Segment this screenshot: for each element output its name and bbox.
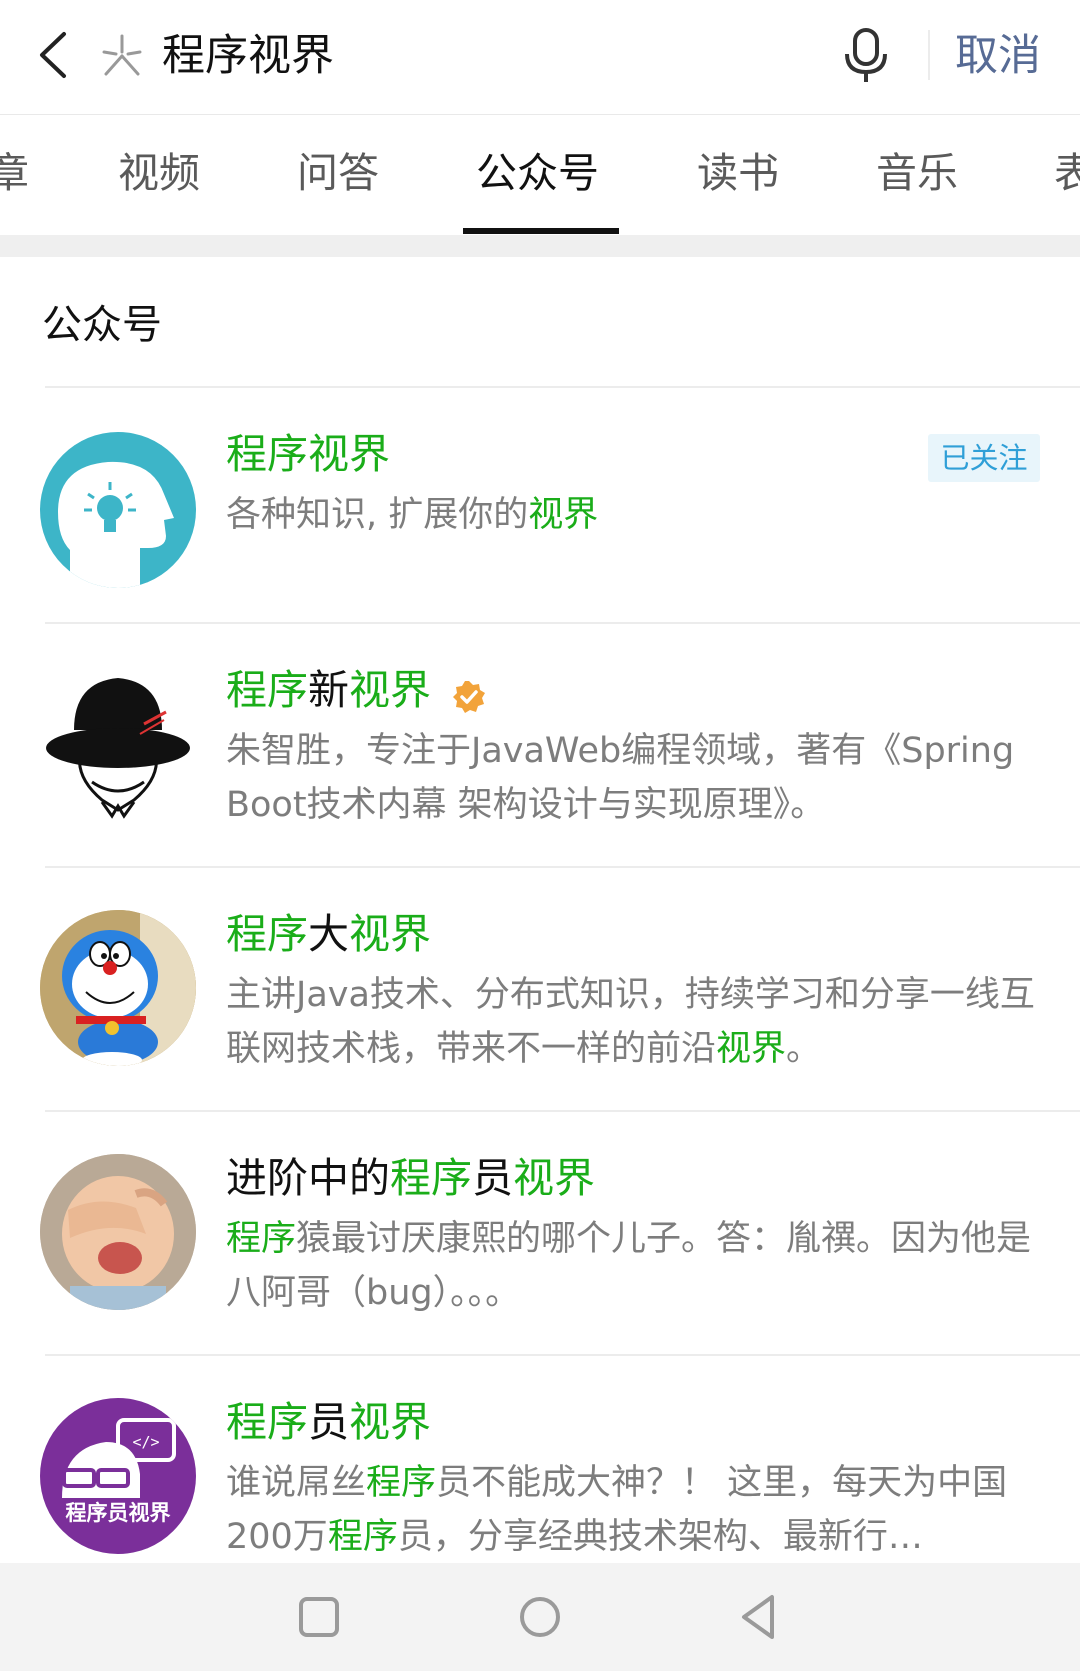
back-nav-button[interactable] (730, 1587, 790, 1647)
account-title-part: 视界 (349, 910, 431, 958)
account-title-part: 大 (308, 910, 349, 958)
search-input[interactable]: 程序视界 (162, 24, 334, 88)
account-row[interactable]: 程序视界 已关注 各种知识, 扩展你的视界 (0, 388, 1080, 622)
search-bar: 程序视界 取消 (0, 0, 1080, 115)
account-title: 进阶中的程序员视界 (226, 1148, 595, 1208)
desc-part: 朱智胜，专注于JavaWeb编程领域，著有《Spring Boot技术内幕 架构… (226, 731, 1015, 825)
programmer-logo-icon: </> 程序员视界 (40, 1398, 196, 1554)
desc-highlight: 程序 (327, 1517, 398, 1557)
account-title-part: 员 (472, 1154, 513, 1202)
account-description: 程序猿最讨厌康熙的哪个儿子。答：胤禩。因为他是八阿哥（bug）。。。 (226, 1212, 1046, 1320)
svg-text:程序员视界: 程序员视界 (66, 1501, 171, 1525)
account-title-part: 程序 (390, 1154, 472, 1202)
tab-qa[interactable]: 问答 (297, 115, 379, 232)
microphone-icon[interactable] (838, 24, 894, 88)
desc-part: 。 (786, 1029, 822, 1069)
account-title-part: 程序 (226, 1398, 308, 1446)
account-title-part: 进阶中的 (226, 1154, 390, 1202)
tab-emoji[interactable]: 表 (1054, 115, 1080, 232)
desc-part: 员，分享经典技术架构、最新行… (397, 1517, 923, 1557)
account-title-part: 视界 (513, 1154, 595, 1202)
account-row[interactable]: 进阶中的程序员视界 程序猿最讨厌康熙的哪个儿子。答：胤禩。因为他是八阿哥（bug… (0, 1112, 1080, 1354)
svg-text:</>: </> (132, 1433, 159, 1451)
desc-part: 谁说屌丝 (226, 1463, 367, 1503)
circle-icon (520, 1597, 560, 1637)
section-gap (0, 235, 1080, 257)
account-row[interactable]: 程序大视界 主讲Java技术、分布式知识，持续学习和分享一线互联网技术栈，带来不… (0, 868, 1080, 1110)
home-button[interactable] (510, 1587, 570, 1647)
recent-apps-button[interactable] (289, 1587, 349, 1647)
system-nav-bar (0, 1563, 1080, 1671)
bowler-hat-icon (40, 668, 196, 824)
back-button[interactable] (28, 22, 92, 86)
divider (928, 30, 930, 80)
lightbulb-head-icon (40, 432, 196, 588)
doraemon-icon (40, 910, 196, 1066)
account-description: 主讲Java技术、分布式知识，持续学习和分享一线互联网技术栈，带来不一样的前沿视… (226, 968, 1046, 1076)
account-title: 程序员视界 (226, 1392, 431, 1452)
desc-part: 猿最讨厌康熙的哪个儿子。答：胤禩。因为他是八阿哥（bug）。。。 (226, 1219, 1032, 1313)
account-title: 程序大视界 (226, 904, 431, 964)
tab-articles[interactable]: 章 (0, 115, 29, 232)
active-tab-indicator (463, 228, 619, 234)
desc-highlight: 程序 (226, 1219, 297, 1259)
verified-icon (451, 671, 487, 713)
desc-highlight: 视界 (528, 495, 599, 535)
account-title-part: 视界 (349, 1398, 431, 1446)
account-description: 朱智胜，专注于JavaWeb编程领域，著有《Spring Boot技术内幕 架构… (226, 724, 1046, 832)
desc-part: 各种知识, 扩展你的 (226, 495, 529, 535)
category-tabs: 章 视频 问答 公众号 读书 音乐 表 (0, 115, 1080, 235)
account-title: 程序新视界 (226, 660, 487, 720)
desc-highlight: 程序 (366, 1463, 437, 1503)
square-icon (299, 1597, 339, 1637)
tab-books[interactable]: 读书 (697, 115, 779, 232)
account-title-part: 新 (308, 666, 349, 714)
tab-official-accounts[interactable]: 公众号 (476, 115, 599, 232)
tab-video[interactable]: 视频 (118, 115, 200, 232)
section-title: 公众号 (42, 302, 162, 348)
account-title-part: 视界 (349, 666, 431, 714)
account-title-part: 程序 (226, 910, 308, 958)
account-description: 谁说屌丝程序员不能成大神？！ 这里，每天为中国200万程序员，分享经典技术架构、… (226, 1456, 1046, 1564)
account-row[interactable]: 程序新视界 朱智胜，专注于JavaWeb编程领域，著有《Spring Boot技… (0, 624, 1080, 866)
account-description: 各种知识, 扩展你的视界 (226, 488, 1046, 542)
search-star-icon (96, 30, 148, 82)
crying-baby-icon (40, 1154, 196, 1310)
account-title-part: 员 (308, 1398, 349, 1446)
back-arrow-icon (40, 32, 66, 78)
cancel-button[interactable]: 取消 (955, 24, 1041, 88)
account-row[interactable]: </> 程序员视界 程序员视界 谁说屌丝程序员不能成大神？！ 这里，每天为中国2… (0, 1356, 1080, 1563)
desc-highlight: 视界 (716, 1029, 787, 1069)
account-title: 程序视界 (226, 424, 390, 484)
followed-badge[interactable]: 已关注 (928, 434, 1040, 482)
triangle-back-icon (742, 1595, 774, 1639)
tab-music[interactable]: 音乐 (876, 115, 958, 232)
desc-part: 主讲Java技术、分布式知识，持续学习和分享一线互联网技术栈，带来不一样的前沿 (226, 975, 1035, 1069)
account-title-part: 程序视界 (226, 430, 390, 478)
account-title-part: 程序 (226, 666, 308, 714)
